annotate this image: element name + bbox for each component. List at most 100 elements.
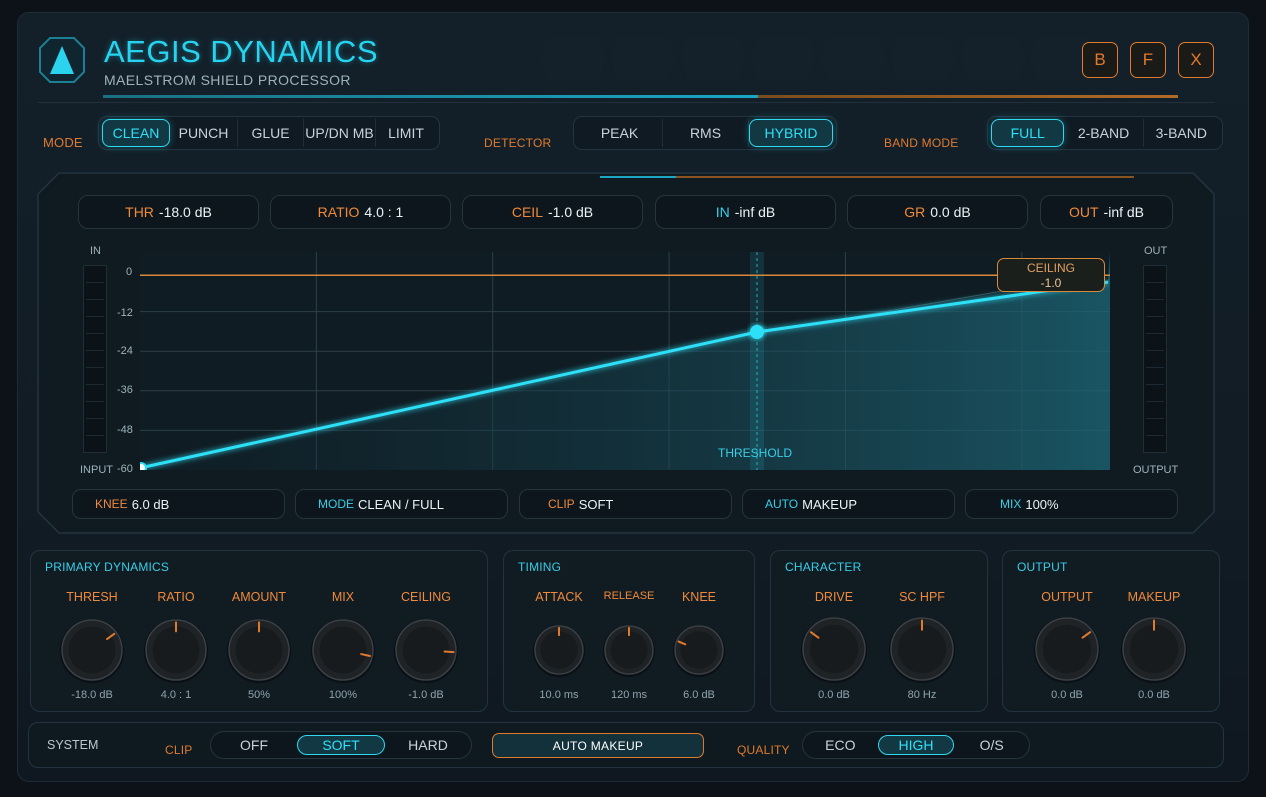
threshold-handle[interactable] xyxy=(750,325,764,339)
knob-sc-hpf[interactable] xyxy=(887,614,957,684)
info-knee-value: 6.0 dB xyxy=(131,496,170,512)
band-option-full[interactable]: FULL xyxy=(991,119,1065,147)
quality-option-high[interactable]: HIGH xyxy=(877,735,955,755)
knob-thresh[interactable] xyxy=(58,616,126,684)
output-meter-caption: OUTPUT xyxy=(1133,464,1179,476)
b-button[interactable]: B xyxy=(1082,42,1118,78)
band-option-2band[interactable]: 2-BAND xyxy=(1064,119,1144,147)
output-title: OUTPUT xyxy=(1017,560,1068,574)
band-mode-selector: FULL 2-BAND 3-BAND xyxy=(987,116,1223,150)
mode-option-punch[interactable]: PUNCH xyxy=(170,119,238,147)
info-knee-key: KNEE xyxy=(95,497,128,511)
mode-option-updn-mb[interactable]: UP/DN MB xyxy=(304,119,376,147)
band-option-3band[interactable]: 3-BAND xyxy=(1144,119,1219,147)
readout-input-value: -inf dB xyxy=(734,204,776,220)
info-mix: MIX 100% xyxy=(965,489,1178,519)
detector-option-rms[interactable]: RMS xyxy=(663,119,749,147)
readout-threshold-key: THR xyxy=(125,204,154,220)
mode-label: MODE xyxy=(43,135,83,150)
transfer-curve-graph[interactable] xyxy=(140,252,1110,470)
character-title: CHARACTER xyxy=(785,560,862,574)
detector-option-peak[interactable]: PEAK xyxy=(577,119,663,147)
header-rule-orange xyxy=(758,95,1178,98)
knob-value-knee: 6.0 dB xyxy=(683,689,715,701)
readout-output-value: -inf dB xyxy=(1103,204,1145,220)
knob-indicator xyxy=(443,650,455,654)
knob-value-thresh: -18.0 dB xyxy=(71,689,113,701)
info-auto-key: AUTO xyxy=(765,497,799,511)
panel-rule-orange xyxy=(676,176,1134,178)
readout-threshold-value: -18.0 dB xyxy=(158,204,212,220)
x-button[interactable]: X xyxy=(1178,42,1214,78)
mode-option-clean[interactable]: CLEAN xyxy=(102,119,170,147)
knob-output[interactable] xyxy=(1032,614,1102,684)
ceiling-callout-label: CEILING xyxy=(1026,261,1075,275)
y-tick-0: 0 xyxy=(126,266,133,278)
info-auto-value: MAKEUP xyxy=(802,496,858,512)
info-clip-key: CLIP xyxy=(548,497,575,511)
knob-mix[interactable] xyxy=(309,616,377,684)
panel-rule-cyan xyxy=(600,176,676,178)
in-meter-label: IN xyxy=(90,245,101,257)
clip-option-soft[interactable]: SOFT xyxy=(297,735,385,755)
system-label: SYSTEM xyxy=(47,738,99,752)
y-tick-60: -60 xyxy=(117,463,133,475)
quality-option-eco[interactable]: ECO xyxy=(803,737,878,753)
readout-input: IN -inf dB xyxy=(655,195,836,229)
info-clip-value: SOFT xyxy=(578,496,614,512)
knob-attack[interactable] xyxy=(531,622,587,678)
quality-selector: ECO HIGH O/S xyxy=(802,731,1030,759)
input-meter xyxy=(83,265,107,453)
info-mode-key: MODE xyxy=(318,497,354,511)
knob-label-ratio: RATIO xyxy=(157,590,195,604)
band-mode-label: BAND MODE xyxy=(884,136,959,150)
knob-label-thresh: THRESH xyxy=(66,590,118,604)
y-tick-24: -24 xyxy=(117,345,133,357)
knob-ratio[interactable] xyxy=(142,616,210,684)
output-meter xyxy=(1143,265,1167,453)
quality-label: QUALITY xyxy=(737,743,790,757)
header-rule-cyan xyxy=(103,95,758,98)
clip-option-hard[interactable]: HARD xyxy=(385,737,471,753)
ceiling-callout-value: -1.0 xyxy=(1040,276,1062,290)
knob-label-drive: DRIVE xyxy=(814,590,854,604)
readout-ceiling: CEIL -1.0 dB xyxy=(462,195,643,229)
app-subtitle: MAELSTROM SHIELD PROCESSOR xyxy=(104,72,351,88)
f-button[interactable]: F xyxy=(1130,42,1166,78)
knob-value-sc-hpf: 80 Hz xyxy=(907,689,937,701)
mode-option-limit[interactable]: LIMIT xyxy=(376,119,436,147)
knob-drive[interactable] xyxy=(799,614,869,684)
readout-ratio-key: RATIO xyxy=(317,204,360,220)
info-mix-value: 100% xyxy=(1025,496,1059,512)
clip-selector: OFF SOFT HARD xyxy=(210,731,472,759)
quality-option-os[interactable]: O/S xyxy=(954,737,1029,753)
knob-makeup[interactable] xyxy=(1119,614,1189,684)
y-tick-36: -36 xyxy=(117,384,133,396)
knob-label-makeup: MAKEUP xyxy=(1127,590,1181,604)
header-divider xyxy=(38,102,1215,103)
clip-option-off[interactable]: OFF xyxy=(211,737,297,753)
knob-ceiling[interactable] xyxy=(392,616,460,684)
clip-label: CLIP xyxy=(165,743,193,757)
knob-knee[interactable] xyxy=(671,622,727,678)
knob-amount[interactable] xyxy=(225,616,293,684)
mode-option-glue[interactable]: GLUE xyxy=(238,119,304,147)
knob-label-output: OUTPUT xyxy=(1041,590,1093,604)
readout-ratio-value: 4.0 : 1 xyxy=(364,204,404,220)
curve-start-point xyxy=(140,462,147,470)
readout-input-key: IN xyxy=(715,204,730,220)
readout-output-key: OUT xyxy=(1068,204,1099,220)
info-knee: KNEE 6.0 dB xyxy=(72,489,285,519)
readout-gain-reduction: GR 0.0 dB xyxy=(847,195,1028,229)
knob-label-sc-hpf: SC HPF xyxy=(899,590,945,604)
knob-value-ratio: 4.0 : 1 xyxy=(160,689,192,701)
knob-release[interactable] xyxy=(601,622,657,678)
readout-ratio: RATIO 4.0 : 1 xyxy=(270,195,451,229)
auto-makeup-button[interactable]: AUTO MAKEUP xyxy=(492,733,704,758)
readout-gr-value: 0.0 dB xyxy=(930,204,971,220)
knob-value-output: 0.0 dB xyxy=(1051,689,1083,701)
detector-option-hybrid[interactable]: HYBRID xyxy=(749,119,833,147)
knob-value-ceiling: -1.0 dB xyxy=(408,689,444,701)
readout-output: OUT -inf dB xyxy=(1040,195,1173,229)
readout-threshold: THR -18.0 dB xyxy=(78,195,259,229)
